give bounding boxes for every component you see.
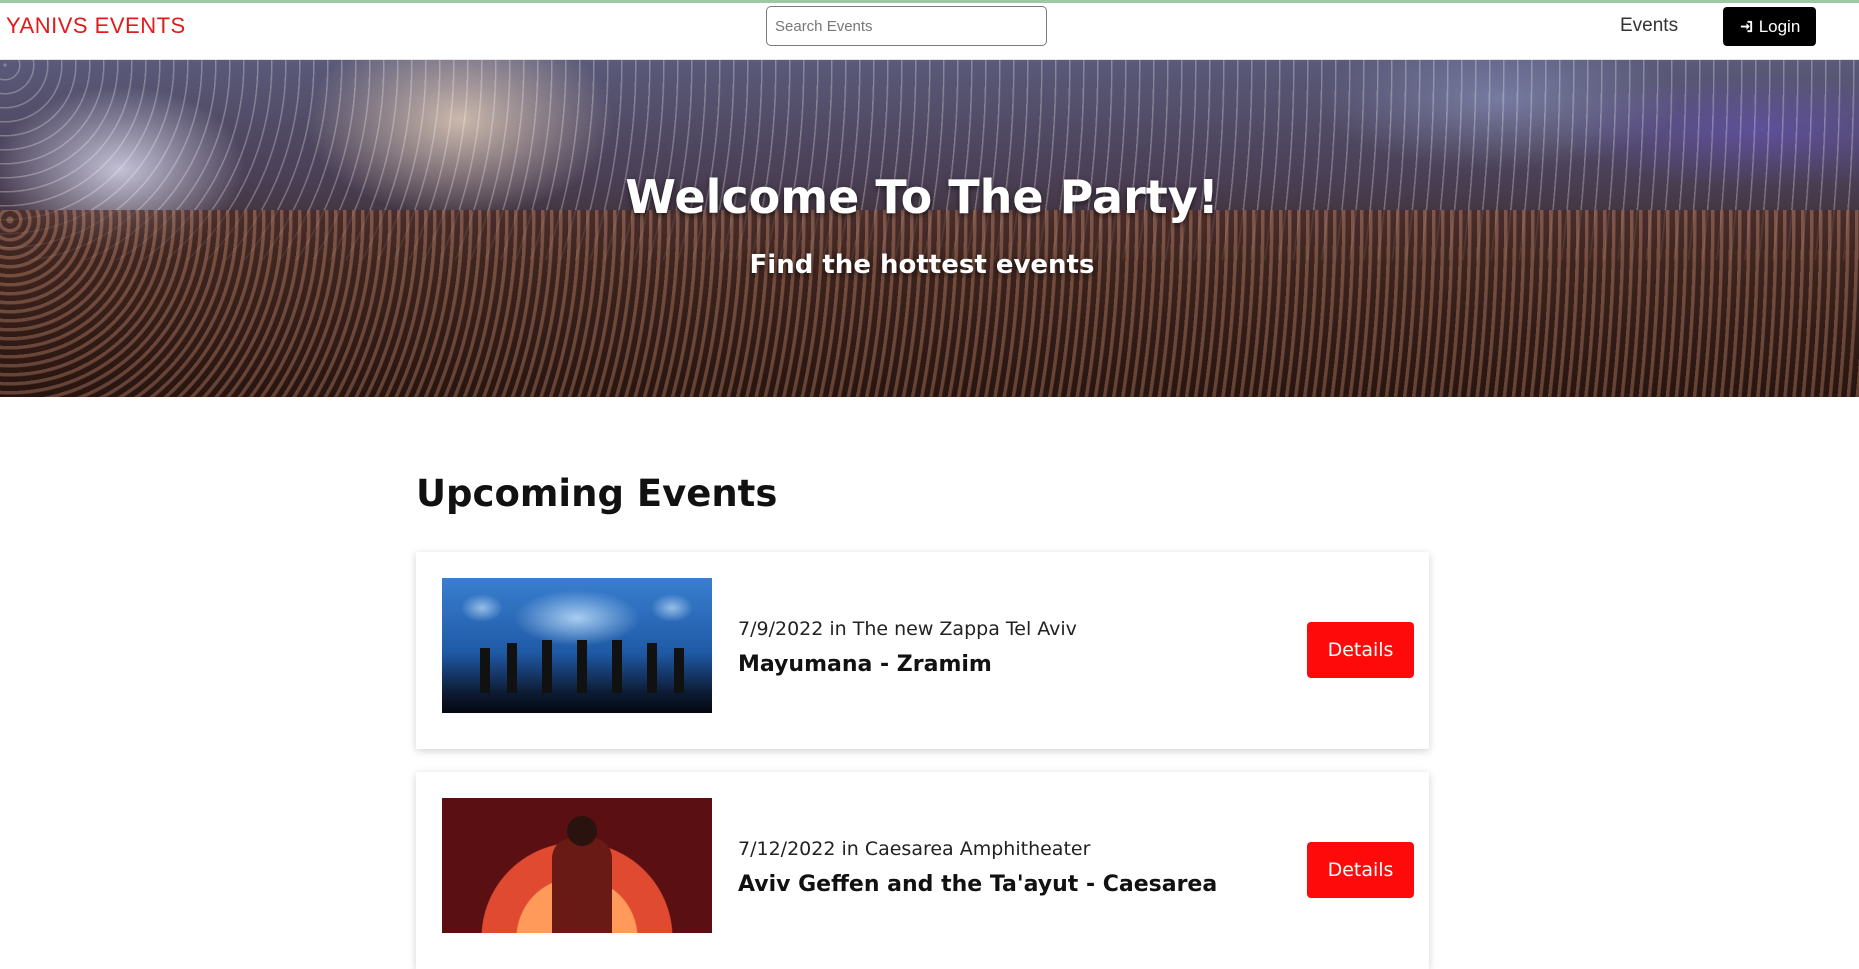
search-input[interactable] [766, 6, 1047, 46]
hero-banner: Welcome To The Party! Find the hottest e… [0, 60, 1859, 397]
performer-silhouette [542, 640, 552, 693]
upcoming-events-heading: Upcoming Events [416, 472, 778, 515]
event-card: 7/12/2022 in Caesarea Amphitheater Aviv … [416, 772, 1429, 969]
login-button[interactable]: Login [1723, 7, 1816, 46]
event-thumbnail [442, 578, 712, 713]
hero-crowd-image [0, 210, 1859, 397]
performer-silhouette [647, 643, 657, 693]
nav-link-events[interactable]: Events [1620, 15, 1678, 37]
login-button-label: Login [1758, 16, 1801, 36]
event-name: Aviv Geffen and the Ta'ayut - Caesarea [738, 872, 1218, 897]
hero-subtitle: Find the hottest events [749, 250, 1095, 280]
performer-silhouette [480, 648, 490, 693]
event-thumbnail [442, 798, 712, 933]
performer-silhouette [507, 643, 517, 693]
event-date-venue: 7/12/2022 in Caesarea Amphitheater [738, 838, 1091, 860]
event-date-venue: 7/9/2022 in The new Zappa Tel Aviv [738, 618, 1077, 640]
brand-logo[interactable]: YANIVS EVENTS [6, 13, 186, 39]
performer-silhouette [552, 838, 612, 933]
performer-silhouette [577, 640, 587, 693]
event-card: 7/9/2022 in The new Zappa Tel Aviv Mayum… [416, 552, 1429, 749]
sign-in-icon [1740, 20, 1752, 33]
performer-silhouette [674, 648, 684, 693]
details-button[interactable]: Details [1307, 622, 1414, 678]
event-name: Mayumana - Zramim [738, 652, 992, 677]
top-navbar: YANIVS EVENTS Events Login [0, 0, 1859, 60]
hero-title: Welcome To The Party! [625, 170, 1219, 224]
performer-head [567, 816, 597, 846]
performer-silhouette [612, 640, 622, 693]
details-button[interactable]: Details [1307, 842, 1414, 898]
